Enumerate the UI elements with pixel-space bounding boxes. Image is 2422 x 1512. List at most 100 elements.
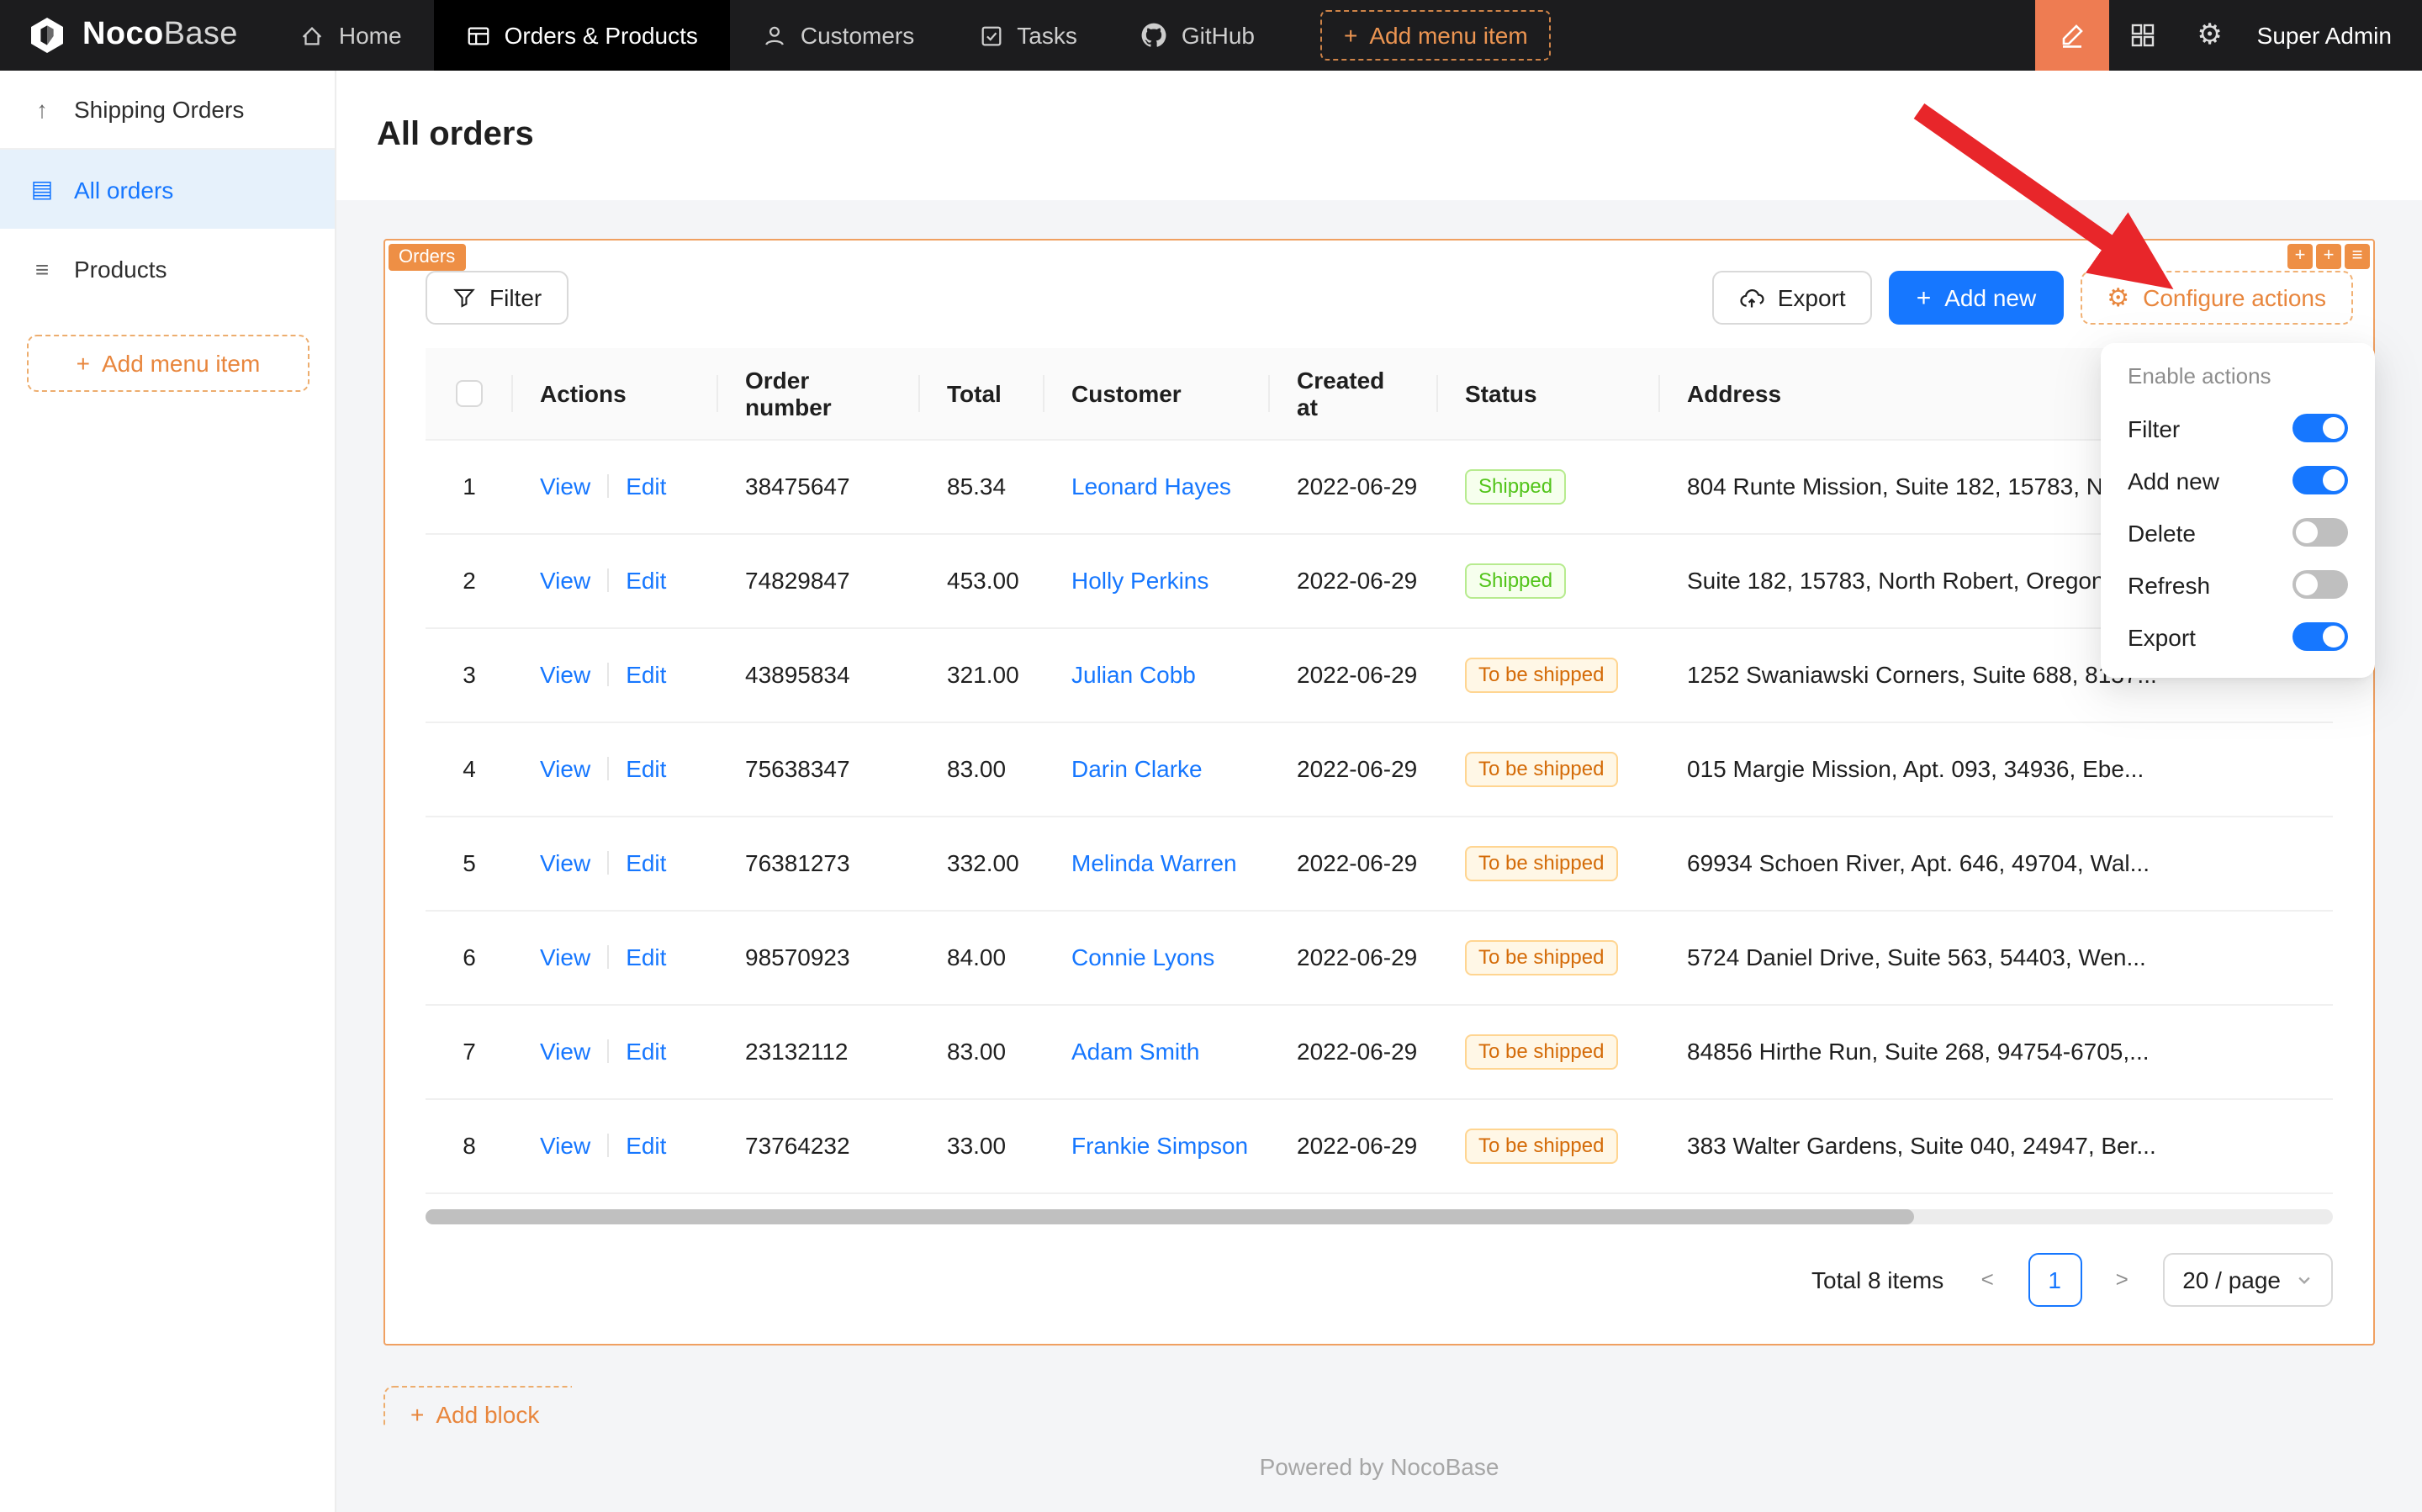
add-block-inline-icon[interactable]	[2316, 244, 2341, 269]
column-header-status: Status	[1438, 348, 1660, 439]
cloud-export-icon	[1739, 285, 1764, 310]
export-button[interactable]: Export	[1712, 271, 1873, 325]
table-row[interactable]: 4 ViewEdit 75638347 83.00 Darin Clarke 2…	[426, 722, 2333, 816]
sidebar-item-all-orders[interactable]: All orders	[0, 150, 335, 229]
topbar-add-menu-item-button[interactable]: Add menu item	[1320, 10, 1552, 61]
sidebar-item-products[interactable]: Products	[0, 229, 335, 308]
brand-name-bold: Noco	[82, 17, 164, 52]
filter-toggle[interactable]	[2292, 414, 2348, 442]
nav-home-label: Home	[339, 22, 402, 49]
status-badge: To be shipped	[1465, 657, 1617, 692]
order-number-cell: 98570923	[745, 944, 850, 970]
view-link[interactable]: View	[540, 849, 590, 876]
edit-link[interactable]: Edit	[626, 567, 666, 594]
nav-customers[interactable]: Customers	[730, 0, 946, 71]
footer-text: Powered by NocoBase	[383, 1452, 2375, 1479]
current-user[interactable]: Super Admin	[2244, 22, 2422, 49]
sidebar-item-shipping-orders[interactable]: Shipping Orders	[0, 71, 335, 150]
total-cell: 453.00	[947, 567, 1019, 594]
view-link[interactable]: View	[540, 661, 590, 688]
view-link[interactable]: View	[540, 1132, 590, 1159]
filter-button[interactable]: Filter	[426, 271, 568, 325]
page-1-button[interactable]: 1	[2028, 1252, 2081, 1306]
table-row[interactable]: 6 ViewEdit 98570923 84.00 Connie Lyons 2…	[426, 910, 2333, 1004]
edit-link[interactable]: Edit	[626, 473, 666, 500]
select-all-checkbox[interactable]	[456, 381, 483, 408]
dropdown-item-filter-label: Filter	[2128, 415, 2180, 441]
total-cell: 84.00	[947, 944, 1006, 970]
page-header: All orders	[336, 71, 2422, 200]
view-link[interactable]: View	[540, 567, 590, 594]
nav-orders-products[interactable]: Orders & Products	[434, 0, 730, 71]
order-number-cell: 74829847	[745, 567, 850, 594]
dropdown-item-refresh[interactable]: Refresh	[2121, 558, 2355, 611]
ui-editor-button[interactable]	[2035, 0, 2109, 71]
sidebar-add-menu-item-button[interactable]: Add menu item	[27, 335, 309, 392]
nav-github[interactable]: GitHub	[1109, 0, 1287, 71]
total-cell: 332.00	[947, 849, 1019, 876]
scrollbar-thumb[interactable]	[426, 1208, 1913, 1224]
next-page-button[interactable]	[2102, 1266, 2142, 1292]
dropdown-item-delete[interactable]: Delete	[2121, 506, 2355, 558]
configure-actions-button[interactable]: Configure actions	[2080, 271, 2353, 325]
customer-link[interactable]: Darin Clarke	[1071, 755, 1203, 782]
customer-link[interactable]: Leonard Hayes	[1071, 473, 1231, 500]
nav-customers-label: Customers	[801, 22, 914, 49]
table-row[interactable]: 2 ViewEdit 74829847 453.00 Holly Perkins…	[426, 533, 2333, 627]
brand-logo[interactable]: NocoBase	[0, 15, 268, 56]
add-new-toggle[interactable]	[2292, 466, 2348, 494]
edit-link[interactable]: Edit	[626, 755, 666, 782]
delete-toggle[interactable]	[2292, 518, 2348, 547]
edit-link[interactable]: Edit	[626, 1132, 666, 1159]
total-cell: 85.34	[947, 473, 1006, 500]
customer-link[interactable]: Adam Smith	[1071, 1038, 1200, 1065]
address-cell: 69934 Schoen River, Apt. 646, 49704, Wal…	[1687, 849, 2150, 876]
nav-home[interactable]: Home	[268, 0, 434, 71]
customer-link[interactable]: Frankie Simpson	[1071, 1132, 1248, 1159]
export-toggle[interactable]	[2292, 622, 2348, 651]
horizontal-scrollbar[interactable]	[426, 1208, 2333, 1224]
customer-link[interactable]: Melinda Warren	[1071, 849, 1237, 876]
created-at-cell: 2022-06-29	[1297, 661, 1417, 688]
table-row[interactable]: 7 ViewEdit 23132112 83.00 Adam Smith 202…	[426, 1004, 2333, 1098]
table-row[interactable]: 5 ViewEdit 76381273 332.00 Melinda Warre…	[426, 816, 2333, 910]
view-link[interactable]: View	[540, 944, 590, 970]
add-block-button[interactable]: Add block	[383, 1385, 572, 1425]
customer-link[interactable]: Holly Perkins	[1071, 567, 1208, 594]
nav-tasks[interactable]: Tasks	[946, 0, 1109, 71]
edit-link[interactable]: Edit	[626, 661, 666, 688]
settings-button[interactable]	[2176, 0, 2244, 71]
page-size-select[interactable]: 20 / page	[2162, 1252, 2333, 1306]
brand-name-light: Base	[164, 17, 238, 52]
plugin-manager-button[interactable]	[2109, 0, 2176, 71]
table-row[interactable]: 3 ViewEdit 43895834 321.00 Julian Cobb 2…	[426, 627, 2333, 722]
customer-link[interactable]: Julian Cobb	[1071, 661, 1196, 688]
divider	[607, 568, 609, 592]
view-link[interactable]: View	[540, 755, 590, 782]
edit-link[interactable]: Edit	[626, 1038, 666, 1065]
edit-link[interactable]: Edit	[626, 849, 666, 876]
divider	[607, 663, 609, 686]
refresh-toggle[interactable]	[2292, 570, 2348, 599]
view-link[interactable]: View	[540, 1038, 590, 1065]
dropdown-item-filter[interactable]: Filter	[2121, 402, 2355, 454]
total-cell: 321.00	[947, 661, 1019, 688]
dropdown-item-export[interactable]: Export	[2121, 611, 2355, 663]
drag-block-icon[interactable]	[2287, 244, 2313, 269]
view-link[interactable]: View	[540, 473, 590, 500]
edit-link[interactable]: Edit	[626, 944, 666, 970]
status-badge: To be shipped	[1465, 939, 1617, 975]
add-new-button[interactable]: Add new	[1890, 271, 2064, 325]
table-row[interactable]: 8 ViewEdit 73764232 33.00 Frankie Simpso…	[426, 1098, 2333, 1192]
row-index: 1	[463, 473, 476, 500]
table-icon	[466, 23, 491, 48]
row-index: 8	[463, 1132, 476, 1159]
prev-page-button[interactable]	[1967, 1266, 2007, 1292]
table-row[interactable]: 1 ViewEdit 38475647 85.34 Leonard Hayes …	[426, 439, 2333, 533]
customer-link[interactable]: Connie Lyons	[1071, 944, 1214, 970]
filter-button-label: Filter	[489, 284, 542, 311]
block-settings-icon[interactable]	[2345, 244, 2370, 269]
dropdown-item-add-new[interactable]: Add new	[2121, 454, 2355, 506]
dropdown-item-add-new-label: Add new	[2128, 467, 2219, 494]
block-collection-tag: Orders	[389, 244, 465, 271]
